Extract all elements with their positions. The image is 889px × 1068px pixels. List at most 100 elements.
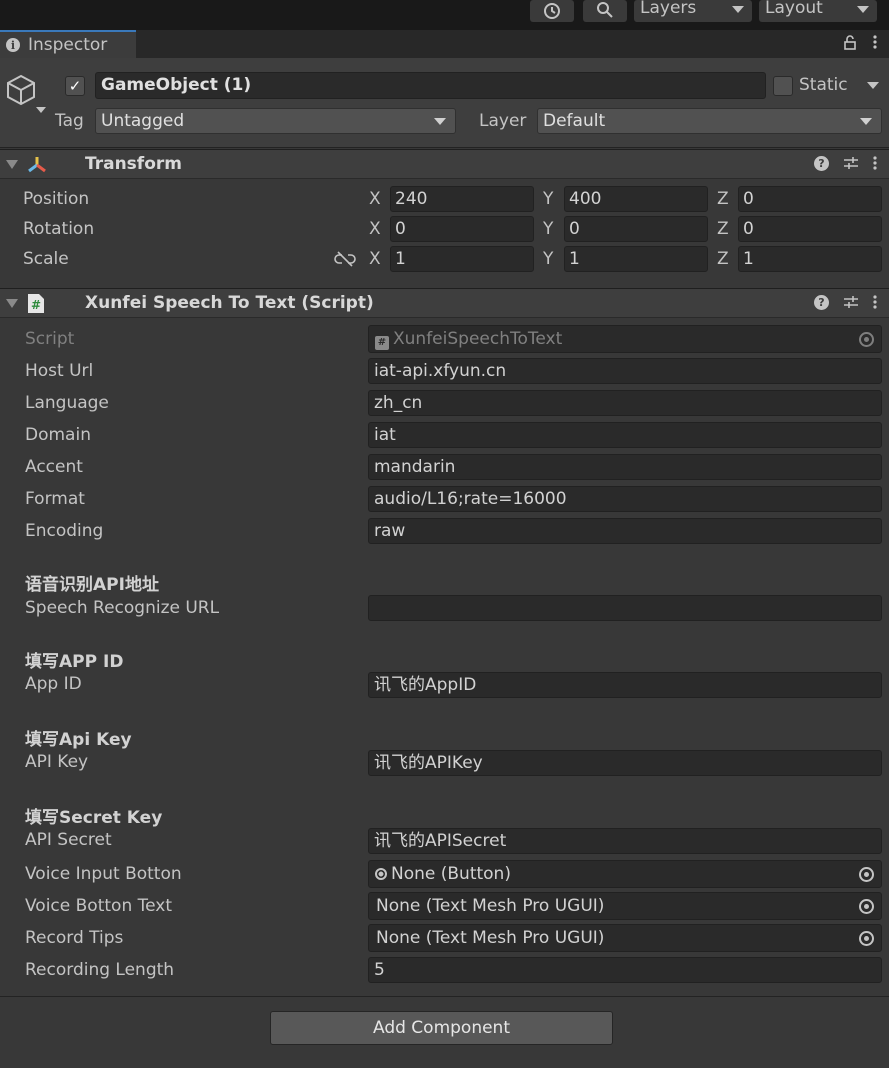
host-url-input[interactable]: iat-api.xfyun.cn (368, 358, 882, 384)
voice-text-value: None (Text Mesh Pro UGUI) (376, 896, 605, 916)
scale-label: Scale (23, 249, 69, 269)
tag-dropdown[interactable]: Untagged (95, 108, 456, 134)
preset-sliders-icon[interactable] (843, 156, 859, 170)
speech-url-input[interactable] (368, 595, 882, 621)
tab-bar: i Inspector (0, 30, 889, 58)
search-button[interactable] (583, 0, 627, 22)
api-key-label: API Key (25, 752, 89, 772)
layer-label: Layer (479, 111, 527, 131)
voice-text-object-field[interactable]: None (Text Mesh Pro UGUI) (368, 892, 882, 920)
axis-z-label[interactable]: Z (717, 189, 729, 209)
script-component-title: Xunfei Speech To Text (Script) (85, 293, 374, 313)
csharp-script-icon: # (28, 294, 44, 313)
object-picker-icon[interactable] (859, 931, 874, 946)
transform-title: Transform (85, 154, 182, 174)
domain-label: Domain (25, 425, 91, 445)
secret-key-header: 填写Secret Key (25, 808, 163, 828)
layer-dropdown[interactable]: Default (537, 108, 882, 134)
chevron-down-icon (434, 118, 446, 125)
axis-x-label[interactable]: X (369, 189, 381, 209)
object-picker-icon[interactable] (859, 867, 874, 882)
active-checkbox[interactable]: ✓ (65, 76, 85, 96)
preset-sliders-icon[interactable] (843, 295, 859, 309)
speech-url-label: Speech Recognize URL (25, 598, 220, 618)
accent-label: Accent (25, 457, 83, 477)
gameobject-name-input[interactable]: GameObject (1) (95, 72, 766, 99)
kebab-menu-icon[interactable] (873, 155, 877, 171)
layout-dropdown[interactable]: Layout (759, 0, 877, 22)
foldout-icon[interactable] (6, 160, 18, 169)
language-input[interactable]: zh_cn (368, 390, 882, 416)
divider (0, 996, 889, 997)
recording-length-label: Recording Length (25, 960, 175, 980)
api-secret-input[interactable]: 讯飞的APISecret (368, 828, 882, 854)
axis-x-label[interactable]: X (369, 219, 381, 239)
chevron-down-icon (860, 118, 872, 125)
history-button[interactable] (530, 0, 574, 22)
position-x-field[interactable]: 240 (390, 186, 534, 212)
gameobject-header: ✓ GameObject (1) Static Tag Untagged Lay… (0, 58, 889, 148)
history-icon (544, 3, 560, 19)
script-component-header[interactable]: # Xunfei Speech To Text (Script) ? (0, 288, 889, 318)
axis-z-label[interactable]: Z (717, 249, 729, 269)
api-key-input[interactable]: 讯飞的APIKey (368, 750, 882, 776)
tab-label: Inspector (28, 35, 108, 55)
record-tips-label: Record Tips (25, 928, 124, 948)
unlink-icon[interactable] (334, 250, 356, 268)
axis-y-label[interactable]: Y (543, 249, 553, 269)
script-label: Script (25, 329, 75, 349)
object-picker-icon (859, 332, 874, 347)
voice-text-label: Voice Botton Text (25, 896, 172, 916)
top-toolbar: Layers Layout (0, 0, 889, 30)
scale-y-field[interactable]: 1 (564, 246, 708, 272)
record-tips-object-field[interactable]: None (Text Mesh Pro UGUI) (368, 924, 882, 952)
accent-input[interactable]: mandarin (368, 454, 882, 480)
scale-z-field[interactable]: 1 (738, 246, 882, 272)
position-z-field[interactable]: 0 (738, 186, 882, 212)
axis-y-label[interactable]: Y (543, 219, 553, 239)
axis-y-label[interactable]: Y (543, 189, 553, 209)
script-value: XunfeiSpeechToText (393, 329, 563, 349)
lock-icon[interactable] (843, 34, 857, 50)
help-icon[interactable]: ? (814, 294, 829, 310)
recording-length-input[interactable]: 5 (368, 957, 882, 983)
rotation-y-field[interactable]: 0 (564, 216, 708, 242)
axis-x-label[interactable]: X (369, 249, 381, 269)
component-header-icons: ? (814, 294, 877, 310)
layers-dropdown[interactable]: Layers (634, 0, 752, 22)
voice-input-value: None (Button) (391, 864, 511, 884)
format-label: Format (25, 489, 85, 509)
rotation-z-field[interactable]: 0 (738, 216, 882, 242)
script-file-icon: # (375, 336, 389, 350)
object-picker-icon[interactable] (859, 899, 874, 914)
static-checkbox[interactable] (773, 76, 793, 96)
help-icon[interactable]: ? (814, 155, 829, 171)
transform-header[interactable]: Transform ? (0, 149, 889, 179)
axis-z-label[interactable]: Z (717, 219, 729, 239)
svg-text:#: # (31, 298, 41, 312)
format-input[interactable]: audio/L16;rate=16000 (368, 486, 882, 512)
rotation-x-field[interactable]: 0 (390, 216, 534, 242)
position-y-field[interactable]: 400 (564, 186, 708, 212)
api-key-header: 填写Api Key (25, 730, 132, 750)
layers-label: Layers (640, 0, 697, 18)
static-dropdown-icon[interactable] (867, 82, 879, 89)
voice-input-object-field[interactable]: None (Button) (368, 860, 882, 888)
add-component-button[interactable]: Add Component (270, 1011, 613, 1045)
app-id-input[interactable]: 讯飞的AppID (368, 672, 882, 698)
voice-input-label: Voice Input Botton (25, 864, 182, 884)
gameobject-cube-icon[interactable] (5, 73, 47, 115)
encoding-label: Encoding (25, 521, 104, 541)
kebab-menu-icon[interactable] (873, 34, 877, 50)
tab-inspector[interactable]: i Inspector (0, 30, 136, 58)
tab-icons (843, 34, 877, 50)
app-id-label: App ID (25, 674, 82, 694)
domain-input[interactable]: iat (368, 422, 882, 448)
encoding-input[interactable]: raw (368, 518, 882, 544)
transform-icon (28, 157, 46, 173)
static-label: Static (799, 75, 848, 95)
foldout-icon[interactable] (6, 299, 18, 308)
scale-x-field[interactable]: 1 (390, 246, 534, 272)
kebab-menu-icon[interactable] (873, 294, 877, 310)
layout-label: Layout (765, 0, 823, 18)
